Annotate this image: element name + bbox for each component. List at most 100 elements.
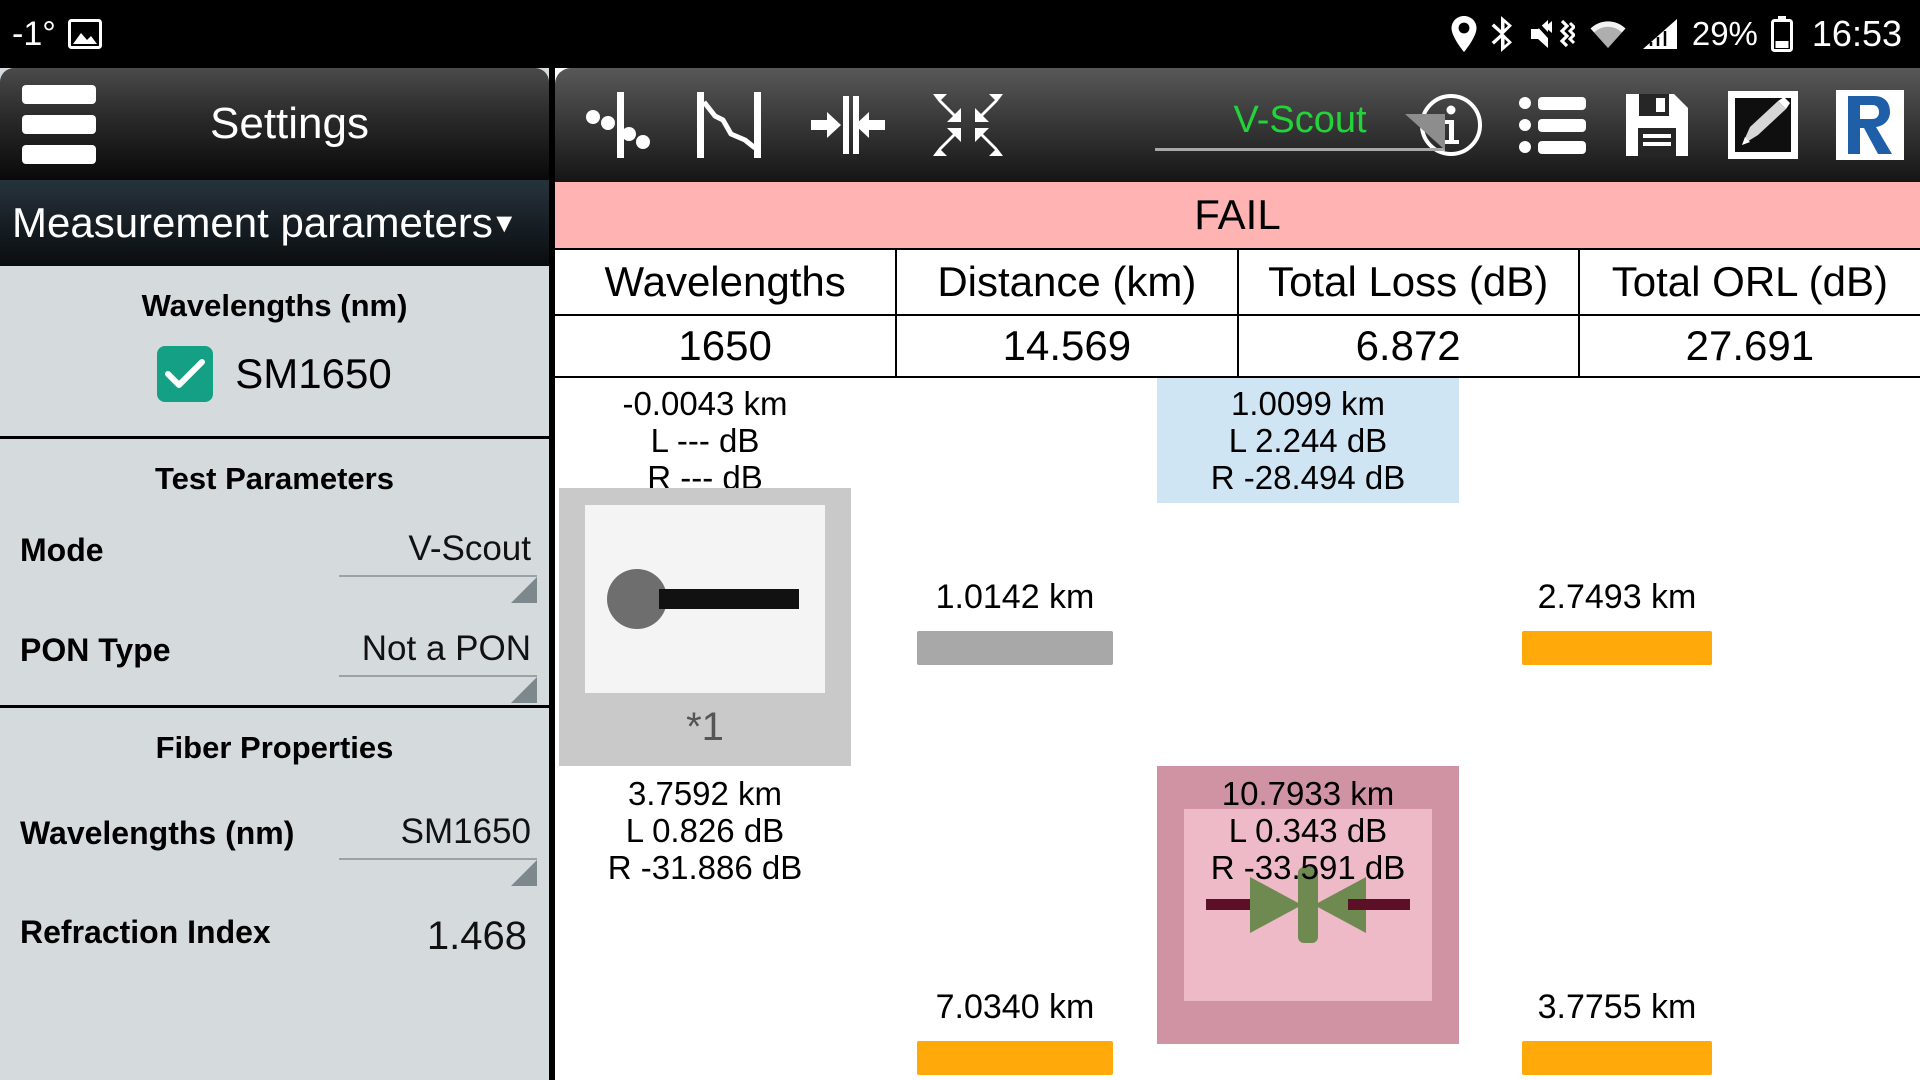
measurement-parameters-label: Measurement parameters (12, 199, 493, 246)
bluetooth-icon (1490, 16, 1516, 52)
event-2-reflectance: R -28.494 dB (1210, 458, 1406, 496)
value-total-orl: 27.691 (1577, 314, 1920, 378)
header-total-orl: Total ORL (dB) (1577, 248, 1920, 316)
sidebar-title-bar: Settings (0, 68, 549, 180)
row-mode: Mode V-Scout (0, 503, 549, 603)
app-root: -1° 29% 16:53 Settings Measurement param… (0, 0, 1920, 1080)
header-wavelengths: Wavelengths (555, 248, 898, 316)
group-title-test-parameters: Test Parameters (155, 461, 394, 496)
check-icon (165, 359, 206, 388)
header-total-loss: Total Loss (dB) (1236, 248, 1580, 316)
battery-icon (1770, 16, 1793, 52)
fiber-1-bar (917, 631, 1113, 665)
event-4-labels: 10.7933 km L 0.343 dB R -33.591 dB (1157, 775, 1459, 887)
group-test-parameters: Test Parameters Mode V-Scout PON Type No… (0, 439, 549, 708)
sm1650-checkbox[interactable] (157, 346, 214, 402)
row-pon-type: PON Type Not a PON (0, 587, 549, 705)
mute-vibrate-icon (1529, 17, 1576, 51)
mode-dropdown[interactable]: V-Scout (339, 529, 537, 603)
wifi-icon (1588, 18, 1628, 50)
group-fiber-properties: Fiber Properties Wavelengths (nm) SM1650… (0, 708, 549, 969)
group-title-fiber-properties: Fiber Properties (155, 730, 394, 765)
events-view-icon[interactable] (583, 90, 651, 160)
event-2-loss: L 2.244 dB (1228, 421, 1388, 459)
mode-value: V-Scout (408, 529, 531, 568)
fiber-3-group[interactable]: 7.0340 km (865, 988, 1165, 1075)
main-pane: V-Scout FAIL Wavelengths Distance (km) T… (555, 68, 1920, 1080)
event-1-icon-tile[interactable]: *1 (559, 488, 851, 766)
fiber-4-group[interactable]: 3.7755 km (1467, 988, 1767, 1075)
event-4-reflectance: R -33.591 dB (1210, 848, 1406, 886)
row-refraction-index: Refraction Index 1.468 (0, 870, 549, 969)
wavelength-checkbox-row[interactable]: SM1650 (0, 330, 549, 436)
fiber-3-bar (917, 1041, 1113, 1075)
fiber-2-group[interactable]: 2.7493 km (1467, 578, 1767, 665)
value-total-loss: 6.872 (1236, 314, 1580, 378)
event-3-reflectance: R -31.886 dB (607, 848, 803, 886)
android-status-bar: -1° 29% 16:53 (0, 0, 1920, 68)
event-4-distance: 10.7933 km (1221, 775, 1395, 812)
results-header-row: Wavelengths Distance (km) Total Loss (dB… (555, 248, 1920, 316)
fiber-2-bar (1522, 631, 1712, 665)
mode-selector[interactable]: V-Scout (1155, 99, 1445, 151)
event-2-labels: 1.0099 km L 2.244 dB R -28.494 dB (1157, 378, 1459, 503)
dropdown-triangle-icon (1405, 114, 1445, 150)
pon-type-dropdown[interactable]: Not a PON (339, 629, 537, 703)
label-refraction-index: Refraction Index (20, 914, 271, 950)
value-distance: 14.569 (895, 314, 1239, 378)
label-fiber-wavelengths: Wavelengths (nm) (20, 815, 295, 851)
edit-file-icon[interactable] (1726, 89, 1800, 161)
status-bar-left: -1° (0, 17, 102, 51)
event-3-loss: L 0.826 dB (625, 811, 785, 849)
group-title-wavelengths: Wavelengths (nm) (141, 288, 408, 323)
fiber-1-length: 1.0142 km (935, 578, 1095, 616)
event-1-distance: -0.0043 km (622, 385, 788, 422)
pon-type-value: Not a PON (361, 629, 531, 668)
event-4-loss: L 0.343 dB (1228, 811, 1388, 849)
location-icon (1451, 15, 1477, 52)
toolbar-left-group (555, 88, 1007, 162)
fiber-wavelengths-value: SM1650 (400, 812, 531, 851)
event-3-labels: 3.7592 km L 0.826 dB R -31.886 dB (559, 775, 851, 887)
event-3-distance: 3.7592 km (627, 775, 783, 812)
fiber-1-group[interactable]: 1.0142 km (865, 578, 1165, 665)
fiber-4-bar (1522, 1041, 1712, 1075)
fiber-2-length: 2.7493 km (1537, 578, 1697, 616)
zoom-to-event-icon[interactable] (809, 90, 887, 160)
event-1-loss: L --- dB (650, 421, 760, 459)
settings-sidebar: Settings Measurement parameters ▼ Wavele… (0, 68, 552, 1080)
sm1650-label: SM1650 (235, 350, 392, 397)
event-1-labels: -0.0043 km L --- dB R --- dB (559, 385, 851, 497)
sidebar-title: Settings (210, 99, 369, 148)
refraction-index-value[interactable]: 1.468 (427, 914, 537, 959)
fiber-wavelengths-dropdown[interactable]: SM1650 (339, 812, 537, 886)
mode-selector-underline (1155, 114, 1445, 151)
dropdown-triangle-icon (511, 677, 537, 703)
save-icon[interactable] (1622, 90, 1692, 160)
brand-logo-icon[interactable] (1834, 88, 1906, 162)
label-mode: Mode (20, 532, 104, 568)
dropdown-triangle-icon (511, 860, 537, 886)
mode-selector-value: V-Scout (1233, 99, 1367, 141)
clock-label: 16:53 (1811, 13, 1902, 54)
results-table: Wavelengths Distance (km) Total Loss (dB… (555, 248, 1920, 378)
header-distance: Distance (km) (895, 248, 1239, 316)
fiber-3-length: 7.0340 km (935, 988, 1095, 1026)
status-bar-right: 29% 16:53 (1451, 13, 1920, 55)
row-fiber-wavelengths: Wavelengths (nm) SM1650 (0, 772, 549, 886)
trace-view-icon[interactable] (693, 90, 767, 160)
label-pon-type: PON Type (20, 632, 171, 668)
vscout-map: -0.0043 km L --- dB R --- dB *1 1.0142 k… (555, 378, 1920, 1080)
battery-percent-label: 29% (1691, 15, 1758, 52)
dropdown-triangle-icon (511, 577, 537, 603)
status-banner: FAIL (555, 182, 1920, 248)
list-icon[interactable] (1518, 94, 1588, 156)
fit-to-screen-icon[interactable] (929, 88, 1007, 162)
value-wavelengths: 1650 (555, 314, 898, 378)
cellular-signal-icon (1641, 18, 1679, 50)
measurement-parameters-dropdown[interactable]: Measurement parameters ▼ (0, 180, 549, 266)
temperature-label: -1° (12, 15, 56, 53)
results-value-row: 1650 14.569 6.872 27.691 (555, 314, 1920, 378)
launch-connector-icon: *1 (559, 488, 851, 766)
main-toolbar: V-Scout (555, 68, 1920, 182)
